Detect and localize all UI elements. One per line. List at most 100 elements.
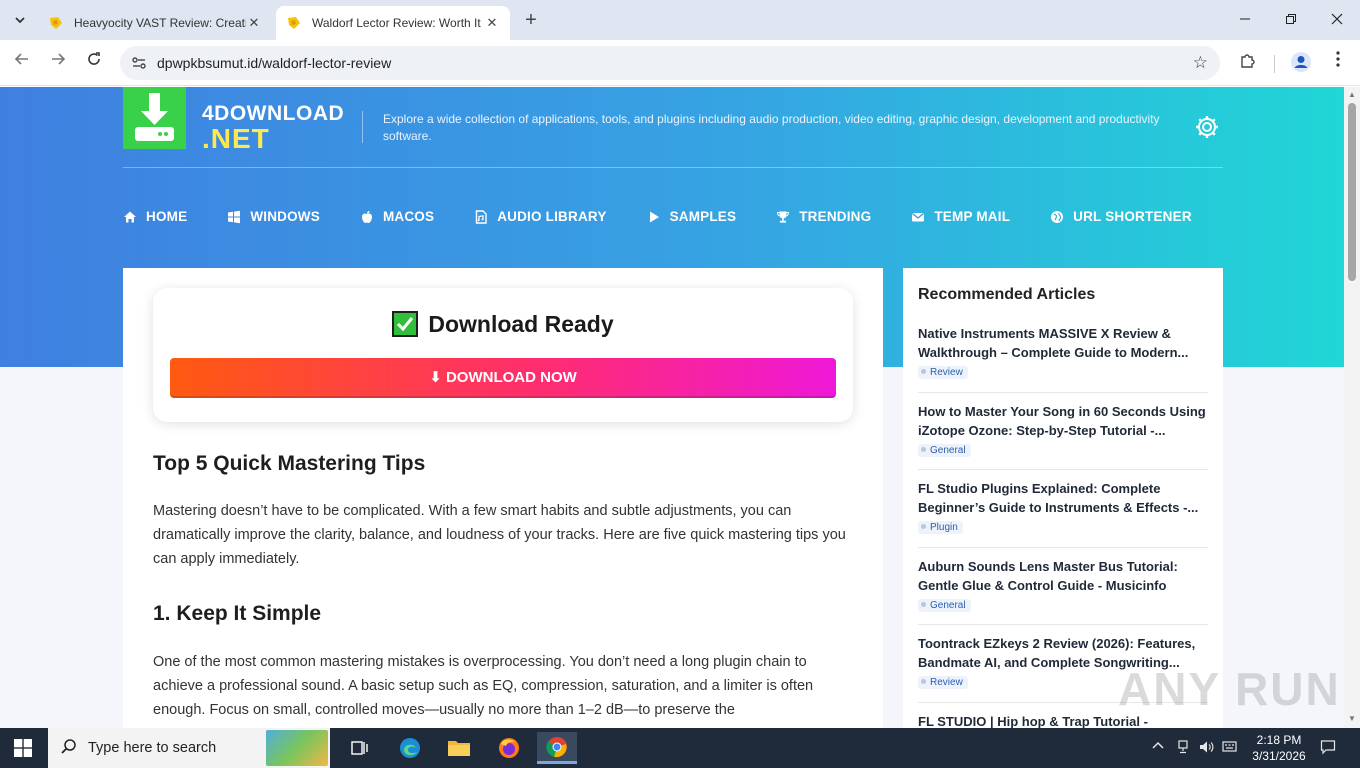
tray-overflow-icon[interactable]: [1152, 740, 1164, 755]
taskbar-search-box[interactable]: Type here to search: [48, 728, 330, 768]
sidebar-title: Recommended Articles: [918, 286, 1096, 303]
scroll-up-icon[interactable]: ▲: [1347, 90, 1357, 100]
close-window-button[interactable]: [1322, 8, 1352, 32]
minimize-button[interactable]: [1230, 8, 1260, 32]
globe-icon: [1051, 210, 1064, 223]
site-favicon-icon: [288, 17, 300, 29]
category-tag[interactable]: Plugin: [918, 521, 963, 534]
nav-samples[interactable]: SAMPLES: [647, 209, 737, 224]
download-ready-text: Download Ready: [428, 311, 614, 337]
item-divider: [918, 547, 1208, 548]
category-tag[interactable]: Review: [918, 366, 968, 379]
recommended-item-title[interactable]: FL Studio Plugins Explained: Complete Be…: [918, 480, 1208, 517]
nav-home[interactable]: HOME: [123, 209, 187, 224]
network-icon[interactable]: [1176, 740, 1190, 757]
main-nav: HOME WINDOWS MACOS AUDIO LIBRARY SAMPLES…: [123, 209, 1232, 224]
close-tab-icon[interactable]: ✕: [484, 15, 500, 31]
new-tab-button[interactable]: +: [520, 8, 542, 32]
recommended-item-title[interactable]: Native Instruments MASSIVE X Review & Wa…: [918, 325, 1208, 362]
settings-button[interactable]: [1194, 114, 1220, 140]
article-simple-paragraph: One of the most common mastering mistake…: [153, 654, 814, 718]
extensions-button[interactable]: [1236, 51, 1260, 75]
chevron-down-icon: [15, 17, 25, 24]
start-button[interactable]: [14, 739, 32, 757]
taskbar-clock[interactable]: 2:18 PM 3/31/2026: [1244, 732, 1314, 764]
arrow-left-icon: [14, 53, 28, 65]
recommended-item-title[interactable]: Auburn Sounds Lens Master Bus Tutorial: …: [918, 558, 1208, 595]
toolbar-divider: [1274, 55, 1275, 73]
recommended-item[interactable]: Native Instruments MASSIVE X Review & Wa…: [918, 325, 1208, 380]
taskbar-file-explorer[interactable]: [439, 732, 479, 764]
nav-label: WINDOWS: [250, 209, 320, 224]
download-drive-icon: [135, 93, 174, 141]
category-tag-label: Review: [930, 677, 963, 688]
nav-label: AUDIO LIBRARY: [497, 209, 607, 224]
nav-windows[interactable]: WINDOWS: [227, 209, 320, 224]
recommended-item[interactable]: How to Master Your Song in 60 Seconds Us…: [918, 403, 1208, 458]
page-viewport: 4DOWNLOAD .NET Explore a wide collection…: [0, 87, 1344, 728]
keyboard-input-icon[interactable]: [1222, 740, 1238, 757]
scrollbar-thumb[interactable]: [1348, 103, 1356, 281]
puzzle-icon: [1241, 54, 1255, 68]
recommended-item[interactable]: Auburn Sounds Lens Master Bus Tutorial: …: [918, 558, 1208, 613]
brand-suffix[interactable]: .NET: [202, 123, 270, 155]
volume-icon[interactable]: [1199, 740, 1215, 757]
article-intro-paragraph: Mastering doesn’t have to be complicated…: [153, 503, 846, 567]
category-tag-label: Plugin: [930, 522, 958, 533]
clock-date: 3/31/2026: [1252, 749, 1306, 763]
url-text: dpwpkbsumut.id/waldorf-lector-review: [157, 55, 392, 71]
taskbar-edge[interactable]: [390, 732, 430, 764]
tab-waldorf[interactable]: Waldorf Lector Review: Worth It ✕: [276, 6, 510, 40]
task-view-button[interactable]: [340, 732, 380, 764]
page-scrollbar[interactable]: ▲ ▼: [1344, 87, 1360, 728]
recommended-sidebar: Recommended Articles Native Instruments …: [903, 268, 1223, 728]
site-logo[interactable]: [123, 87, 186, 149]
profile-button[interactable]: [1289, 51, 1313, 75]
taskbar-chrome[interactable]: [537, 732, 577, 764]
forward-button[interactable]: [46, 51, 70, 75]
nav-trending[interactable]: TRENDING: [776, 209, 871, 224]
taskbar-firefox[interactable]: [489, 732, 529, 764]
nav-temp-mail[interactable]: TEMP MAIL: [911, 209, 1010, 224]
nav-url-shortener[interactable]: URL SHORTENER: [1050, 209, 1192, 224]
home-icon: [124, 211, 136, 222]
restore-button[interactable]: [1276, 8, 1306, 32]
tab-search-button[interactable]: [8, 8, 32, 32]
bookmark-star-icon[interactable]: ☆: [1193, 53, 1208, 73]
nav-label: TEMP MAIL: [934, 209, 1011, 224]
site-info-icon[interactable]: [130, 54, 148, 72]
category-tag[interactable]: General: [918, 444, 971, 457]
item-divider: [918, 469, 1208, 470]
tag-icon: [921, 679, 926, 684]
notification-center-icon[interactable]: [1320, 739, 1336, 758]
article-column: Download Ready ⬇ DOWNLOAD NOW Top 5 Quic…: [123, 268, 883, 728]
tab-title: Waldorf Lector Review: Worth It: [312, 16, 481, 30]
nav-label: TRENDING: [799, 209, 872, 224]
nav-label: URL SHORTENER: [1073, 209, 1192, 224]
category-tag[interactable]: General: [918, 599, 971, 612]
firefox-icon: [499, 738, 519, 758]
close-tab-icon[interactable]: ✕: [246, 15, 262, 31]
envelope-icon: [912, 212, 925, 221]
task-view-icon: [351, 741, 368, 755]
tab-heavyocity[interactable]: Heavyocity VAST Review: Creati ✕: [38, 6, 272, 40]
nav-macos[interactable]: MACOS: [360, 209, 434, 224]
checkmark-icon: [392, 311, 419, 337]
browser-menu-button[interactable]: [1326, 51, 1350, 75]
recommended-item-title[interactable]: How to Master Your Song in 60 Seconds Us…: [918, 403, 1208, 440]
omnibox[interactable]: dpwpkbsumut.id/waldorf-lector-review ☆: [120, 46, 1220, 80]
category-tag[interactable]: Review: [918, 676, 968, 689]
article-heading-keep-simple: 1. Keep It Simple: [153, 602, 322, 625]
tab-title: Heavyocity VAST Review: Creati: [74, 16, 246, 30]
nav-label: SAMPLES: [669, 209, 737, 224]
reload-button[interactable]: [82, 51, 106, 75]
scroll-down-icon[interactable]: ▼: [1347, 714, 1357, 724]
site-tagline: Explore a wide collection of application…: [383, 112, 1160, 143]
nav-audio-library[interactable]: AUDIO LIBRARY: [474, 209, 606, 224]
windows-icon: [228, 210, 241, 223]
gear-icon: [1196, 116, 1218, 138]
recommended-item[interactable]: FL Studio Plugins Explained: Complete Be…: [918, 480, 1208, 535]
tag-icon: [921, 524, 926, 529]
download-now-button[interactable]: ⬇ DOWNLOAD NOW: [170, 358, 836, 398]
back-button[interactable]: [10, 51, 34, 75]
